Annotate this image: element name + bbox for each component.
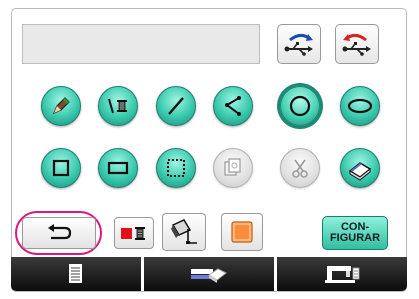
tab-document[interactable] [11,257,141,291]
config-button[interactable]: CON- FIGURAR [322,216,388,250]
undo-button[interactable] [22,217,96,249]
document-icon [69,264,82,283]
circle-tool-button[interactable] [280,86,320,126]
config-label-line2: FIGURAR [329,232,381,244]
paint-bucket-icon [171,219,197,244]
straight-line-tool-button[interactable] [156,86,196,126]
circle-icon [289,95,311,117]
copy-stamp-tool-button[interactable] [213,148,253,188]
usb-out-icon [342,33,371,56]
pencil-tool-button[interactable] [41,86,81,126]
dotted-rectangle-tool-button[interactable] [156,148,196,188]
pencil-icon [52,97,70,115]
scissors-icon [292,159,308,178]
line-color-button[interactable] [114,217,154,249]
usb-in-icon [284,33,313,56]
color-swatch-icon [231,221,253,243]
square-icon [52,159,70,177]
tab-sew[interactable] [277,257,407,291]
thread-color-icon [121,227,145,240]
rectangle-icon [107,161,129,175]
ellipse-tool-button[interactable] [340,86,380,126]
eraser-tab-icon [191,268,227,283]
polyline-tool-button[interactable] [213,86,253,126]
bobbin-tool-button[interactable] [98,86,138,126]
usb-import-button[interactable] [277,24,321,64]
copy-stamp-icon [224,158,241,176]
bottom-tab-bar [11,257,407,291]
dotted-rectangle-icon [167,159,185,177]
tab-erase[interactable] [144,257,274,291]
ellipse-icon [347,98,373,114]
preview-display [22,24,260,64]
scissors-tool-button[interactable] [280,148,320,188]
sewing-machine-icon [325,266,360,283]
rectangle-tool-button[interactable] [98,148,138,188]
usb-export-button[interactable] [335,24,379,64]
fill-button[interactable] [162,213,206,251]
bobbin-icon [108,98,127,114]
polyline-icon [225,96,241,116]
square-tool-button[interactable] [41,148,81,188]
eraser-icon [348,162,372,181]
fill-color-button[interactable] [221,213,263,251]
eraser-tool-button[interactable] [340,148,380,188]
straight-line-icon [168,97,184,115]
undo-arrow-icon [48,224,72,240]
